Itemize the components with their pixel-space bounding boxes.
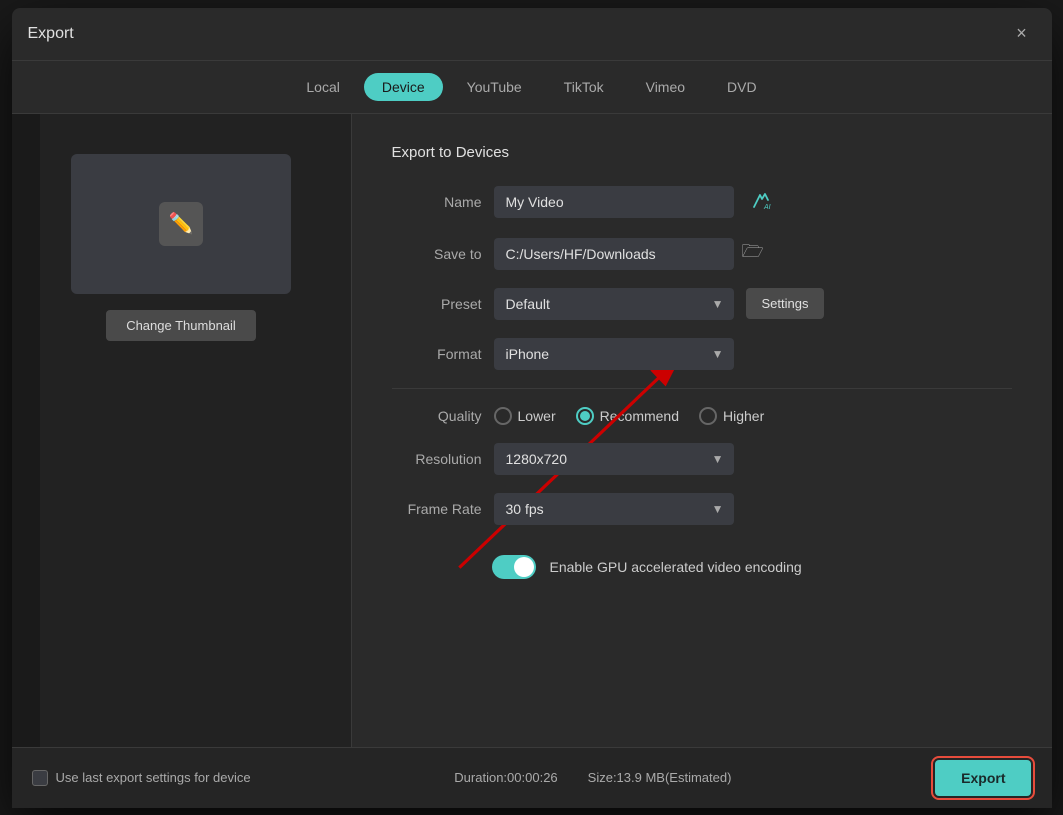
gpu-label: Enable GPU accelerated video encoding — [550, 559, 802, 575]
thumbnail-edit-icon: ✏️ — [159, 202, 203, 246]
tab-device[interactable]: Device — [364, 73, 443, 101]
change-thumbnail-button[interactable]: Change Thumbnail — [106, 310, 256, 341]
duration-info: Duration:00:00:26 — [454, 770, 557, 785]
tabs-bar: Local Device YouTube TikTok Vimeo DVD — [12, 61, 1052, 114]
title-bar: Export × — [12, 8, 1052, 61]
format-row: Format iPhone ▼ — [392, 338, 1012, 370]
right-panel: Export to Devices Name AI Save to 🗁 — [352, 114, 1052, 747]
export-dialog: Export × Local Device YouTube TikTok Vim… — [12, 8, 1052, 808]
quality-recommend-label: Recommend — [600, 408, 679, 424]
last-settings-label: Use last export settings for device — [56, 770, 251, 785]
name-row: Name AI — [392, 185, 1012, 220]
footer-left: Use last export settings for device — [32, 770, 251, 786]
quality-higher[interactable]: Higher — [699, 407, 764, 425]
tab-local[interactable]: Local — [288, 73, 357, 101]
quality-label: Quality — [392, 408, 482, 424]
name-label: Name — [392, 194, 482, 210]
preset-select[interactable]: Default — [494, 288, 734, 320]
resolution-select[interactable]: 1280x720 — [494, 443, 734, 475]
name-input[interactable] — [494, 186, 734, 218]
section-divider — [392, 388, 1012, 389]
svg-text:AI: AI — [763, 204, 771, 211]
quality-lower-radio[interactable] — [494, 407, 512, 425]
dialog-footer: Use last export settings for device Dura… — [12, 747, 1052, 808]
format-select[interactable]: iPhone — [494, 338, 734, 370]
resolution-select-wrap: 1280x720 ▼ — [494, 443, 734, 475]
quality-recommend-radio[interactable] — [576, 407, 594, 425]
frame-rate-row: Frame Rate 30 fps ▼ — [392, 493, 1012, 525]
tab-youtube[interactable]: YouTube — [449, 73, 540, 101]
frame-rate-select-wrap: 30 fps ▼ — [494, 493, 734, 525]
last-settings-checkbox[interactable] — [32, 770, 48, 786]
tab-dvd[interactable]: DVD — [709, 73, 775, 101]
gpu-row: Enable GPU accelerated video encoding — [392, 555, 1012, 579]
tab-tiktok[interactable]: TikTok — [546, 73, 622, 101]
save-to-label: Save to — [392, 246, 482, 262]
format-select-wrap: iPhone ▼ — [494, 338, 734, 370]
frame-rate-select[interactable]: 30 fps — [494, 493, 734, 525]
export-to-heading: Export to Devices — [392, 144, 1012, 161]
quality-lower[interactable]: Lower — [494, 407, 556, 425]
format-label: Format — [392, 346, 482, 362]
tab-vimeo[interactable]: Vimeo — [628, 73, 703, 101]
gpu-toggle[interactable] — [492, 555, 536, 579]
footer-info: Duration:00:00:26 Size:13.9 MB(Estimated… — [454, 770, 731, 785]
size-info: Size:13.9 MB(Estimated) — [588, 770, 732, 785]
preset-row: Preset Default ▼ Settings — [392, 288, 1012, 320]
folder-browse-button[interactable]: 🗁 — [742, 239, 764, 269]
quality-lower-label: Lower — [518, 408, 556, 424]
resolution-label: Resolution — [392, 451, 482, 467]
preset-label: Preset — [392, 296, 482, 312]
export-button[interactable]: Export — [935, 760, 1031, 796]
quality-options: Lower Recommend Higher — [494, 407, 765, 425]
dialog-title: Export — [28, 25, 74, 43]
frame-rate-label: Frame Rate — [392, 501, 482, 517]
quality-higher-radio[interactable] — [699, 407, 717, 425]
quality-recommend[interactable]: Recommend — [576, 407, 679, 425]
save-to-input[interactable] — [494, 238, 734, 270]
dialog-body: ✏️ Change Thumbnail Export to Devices Na… — [12, 114, 1052, 747]
preset-select-wrap: Default ▼ — [494, 288, 734, 320]
quality-higher-label: Higher — [723, 408, 764, 424]
ai-name-button[interactable]: AI — [746, 185, 776, 220]
settings-button[interactable]: Settings — [746, 288, 825, 319]
left-panel: ✏️ Change Thumbnail — [12, 114, 352, 747]
quality-row: Quality Lower Recommend Higher — [392, 407, 1012, 425]
last-settings-checkbox-label[interactable]: Use last export settings for device — [32, 770, 251, 786]
resolution-row: Resolution 1280x720 ▼ — [392, 443, 1012, 475]
save-to-row: Save to 🗁 — [392, 238, 1012, 270]
thumbnail-preview[interactable]: ✏️ — [71, 154, 291, 294]
close-button[interactable]: × — [1008, 20, 1036, 48]
path-wrap: 🗁 — [494, 238, 764, 270]
